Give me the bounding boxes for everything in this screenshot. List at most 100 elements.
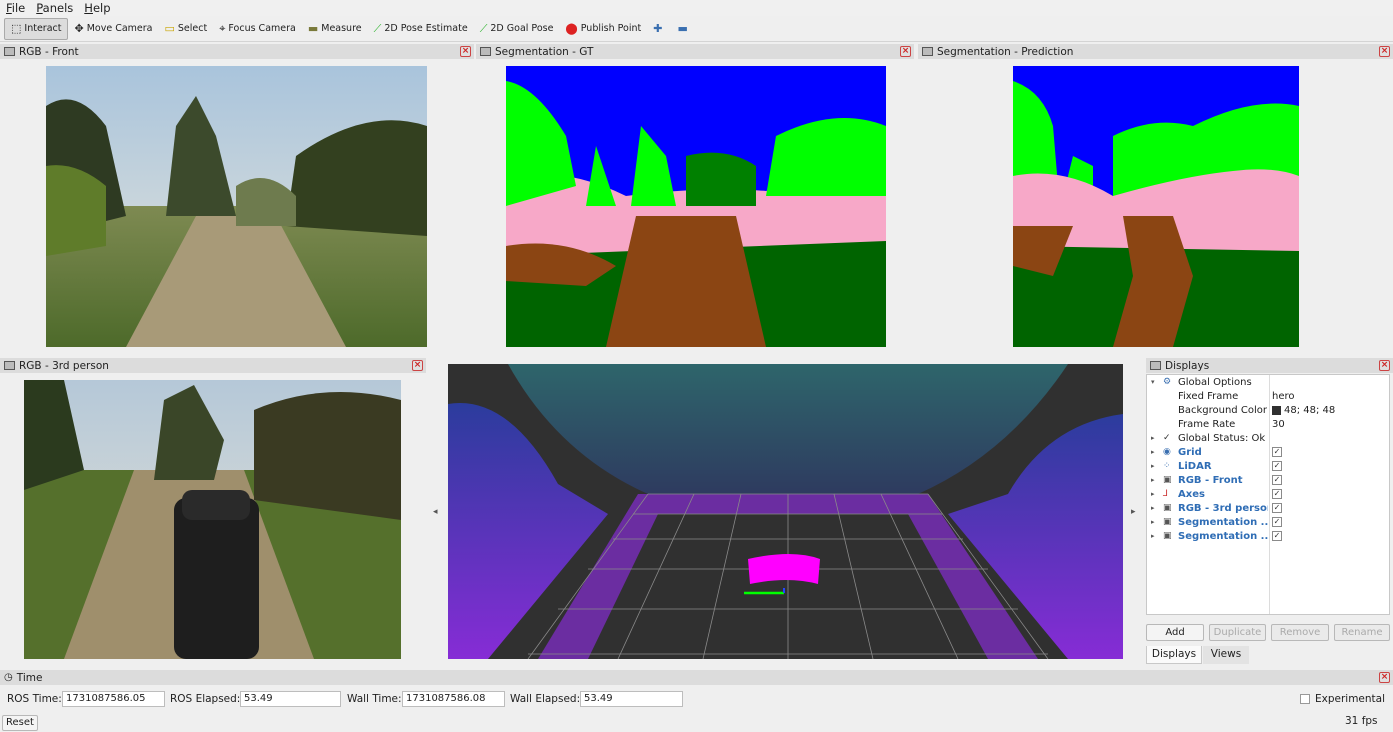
wall-elapsed-field[interactable]: 53.49 [580,691,683,707]
visibility-checkbox[interactable]: ✓ [1272,517,1282,527]
collapsed-arrow-icon[interactable]: ▸ [1151,518,1155,526]
pose-estimate-tool[interactable]: ⟋ 2D Pose Estimate [368,18,474,40]
checkmark-icon: ✓ [1163,433,1171,443]
ruler-icon: ▬ [307,22,319,35]
panel-header-displays: Displays × [1146,358,1393,373]
collapsed-arrow-icon[interactable]: ▸ [1151,448,1155,456]
lidar-3d-view[interactable] [448,364,1123,659]
visibility-checkbox[interactable]: ✓ [1272,489,1282,499]
reset-button[interactable]: Reset [2,715,38,731]
collapse-left-arrow-icon[interactable]: ◂ [433,507,438,517]
color-swatch [1272,405,1281,415]
tree-label: Axes [1178,488,1205,500]
tree-row-segmentation-2[interactable]: ▸ ▣ Segmentation ... ✓ [1147,529,1389,543]
close-icon[interactable]: × [460,46,471,57]
tree-row-frame-rate[interactable]: Frame Rate 30 [1147,417,1389,431]
panel-image-icon [922,47,933,56]
publish-point-tool[interactable]: ⬤ Publish Point [559,18,647,40]
panel-header-rgb-3rd: RGB - 3rd person × [0,358,426,373]
gear-icon: ⚙ [1163,377,1172,387]
tree-row-axes[interactable]: ▸ ⅃ Axes ✓ [1147,487,1389,501]
tree-row-grid[interactable]: ▸ ◉ Grid ✓ [1147,445,1389,459]
select-tool[interactable]: ▭ Select [158,18,213,40]
tree-row-lidar[interactable]: ▸ ⁘ LiDAR ✓ [1147,459,1389,473]
add-tool-button[interactable]: ✚ [647,18,671,40]
panel-header-seg-gt: Segmentation - GT × [476,44,914,59]
ros-time-field[interactable]: 1731087586.05 [62,691,165,707]
frame-rate-value[interactable]: 30 [1272,419,1285,430]
menu-bar: File Panels Help [0,0,1393,16]
rename-display-button[interactable]: Rename [1334,624,1390,641]
minus-icon: ▬ [677,22,688,35]
tree-label: Frame Rate [1178,418,1236,430]
visibility-checkbox[interactable]: ✓ [1272,461,1282,471]
measure-tool[interactable]: ▬ Measure [302,18,368,40]
tree-row-global-options[interactable]: ▾ ⚙ Global Options [1147,375,1389,389]
tree-label: Background Color [1178,404,1267,416]
wall-time-field[interactable]: 1731087586.08 [402,691,505,707]
close-icon[interactable]: × [412,360,423,371]
tree-label: LiDAR [1178,460,1212,472]
close-icon[interactable]: × [1379,672,1390,683]
panel-header-rgb-front: RGB - Front × [0,44,474,59]
green-arrow-icon: ⟋ [479,22,488,35]
plus-icon: ✚ [653,22,663,35]
experimental-checkbox[interactable] [1300,694,1310,704]
tree-row-segmentation-1[interactable]: ▸ ▣ Segmentation ... ✓ [1147,515,1389,529]
collapsed-arrow-icon[interactable]: ▸ [1151,462,1155,470]
tree-row-rgb-3rd[interactable]: ▸ ▣ RGB - 3rd person ✓ [1147,501,1389,515]
ros-elapsed-field[interactable]: 53.49 [240,691,341,707]
fps-readout: 31 fps [1345,715,1378,727]
move-camera-tool[interactable]: ✥ Move Camera [68,18,158,40]
rgb-front-scene [46,66,427,347]
add-display-button[interactable]: Add [1146,624,1204,641]
interact-tool[interactable]: ⬚ Interact [4,17,69,40]
menu-panels[interactable]: Panels [30,1,78,15]
tab-displays[interactable]: Displays [1146,646,1202,664]
map-pin-icon: ⬤ [565,22,578,35]
tree-label: Global Status: Ok [1178,432,1266,444]
goal-pose-tool[interactable]: ⟋ 2D Goal Pose [474,18,560,40]
focus-camera-tool[interactable]: ⌖ Focus Camera [213,18,302,40]
pose-estimate-label: 2D Pose Estimate [384,23,468,34]
tree-row-background-color[interactable]: Background Color 48; 48; 48 [1147,403,1389,417]
axes-icon: ⅃ [1163,489,1169,499]
collapsed-arrow-icon[interactable]: ▸ [1151,532,1155,540]
select-label: Select [177,23,208,34]
collapsed-arrow-icon[interactable]: ▸ [1151,504,1155,512]
tree-row-global-status[interactable]: ▸ ✓ Global Status: Ok [1147,431,1389,445]
collapsed-arrow-icon[interactable]: ▸ [1151,490,1155,498]
background-color-value[interactable]: 48; 48; 48 [1272,405,1335,416]
menu-help[interactable]: Help [78,1,115,15]
fixed-frame-value[interactable]: hero [1272,391,1295,402]
displays-tree: ▾ ⚙ Global Options Fixed Frame hero Back… [1146,374,1390,615]
visibility-checkbox[interactable]: ✓ [1272,531,1282,541]
close-icon[interactable]: × [1379,360,1390,371]
visibility-checkbox[interactable]: ✓ [1272,503,1282,513]
tree-label: Global Options [1178,376,1252,388]
remove-display-button[interactable]: Remove [1271,624,1329,641]
panel-title: Displays [1165,359,1210,372]
duplicate-display-button[interactable]: Duplicate [1209,624,1266,641]
visibility-checkbox[interactable]: ✓ [1272,447,1282,457]
visibility-checkbox[interactable]: ✓ [1272,475,1282,485]
image-icon: ▣ [1163,531,1172,541]
tree-label: RGB - Front [1178,474,1243,486]
panel-title: Segmentation - GT [495,45,594,58]
tree-row-fixed-frame[interactable]: Fixed Frame hero [1147,389,1389,403]
menu-file[interactable]: File [0,1,30,15]
tab-views[interactable]: Views [1203,646,1249,664]
close-icon[interactable]: × [1379,46,1390,57]
expanded-arrow-icon[interactable]: ▾ [1151,378,1155,386]
collapsed-arrow-icon[interactable]: ▸ [1151,434,1155,442]
green-arrow-icon: ⟋ [373,22,382,35]
crosshair-icon: ⌖ [219,22,226,35]
tree-row-rgb-front[interactable]: ▸ ▣ RGB - Front ✓ [1147,473,1389,487]
remove-tool-button[interactable]: ▬ [671,18,696,40]
tree-label: Segmentation ... [1178,516,1268,528]
close-icon[interactable]: × [900,46,911,57]
panel-title: RGB - 3rd person [19,359,109,372]
panel-title: Segmentation - Prediction [937,45,1074,58]
collapse-right-arrow-icon[interactable]: ▸ [1131,507,1136,517]
collapsed-arrow-icon[interactable]: ▸ [1151,476,1155,484]
